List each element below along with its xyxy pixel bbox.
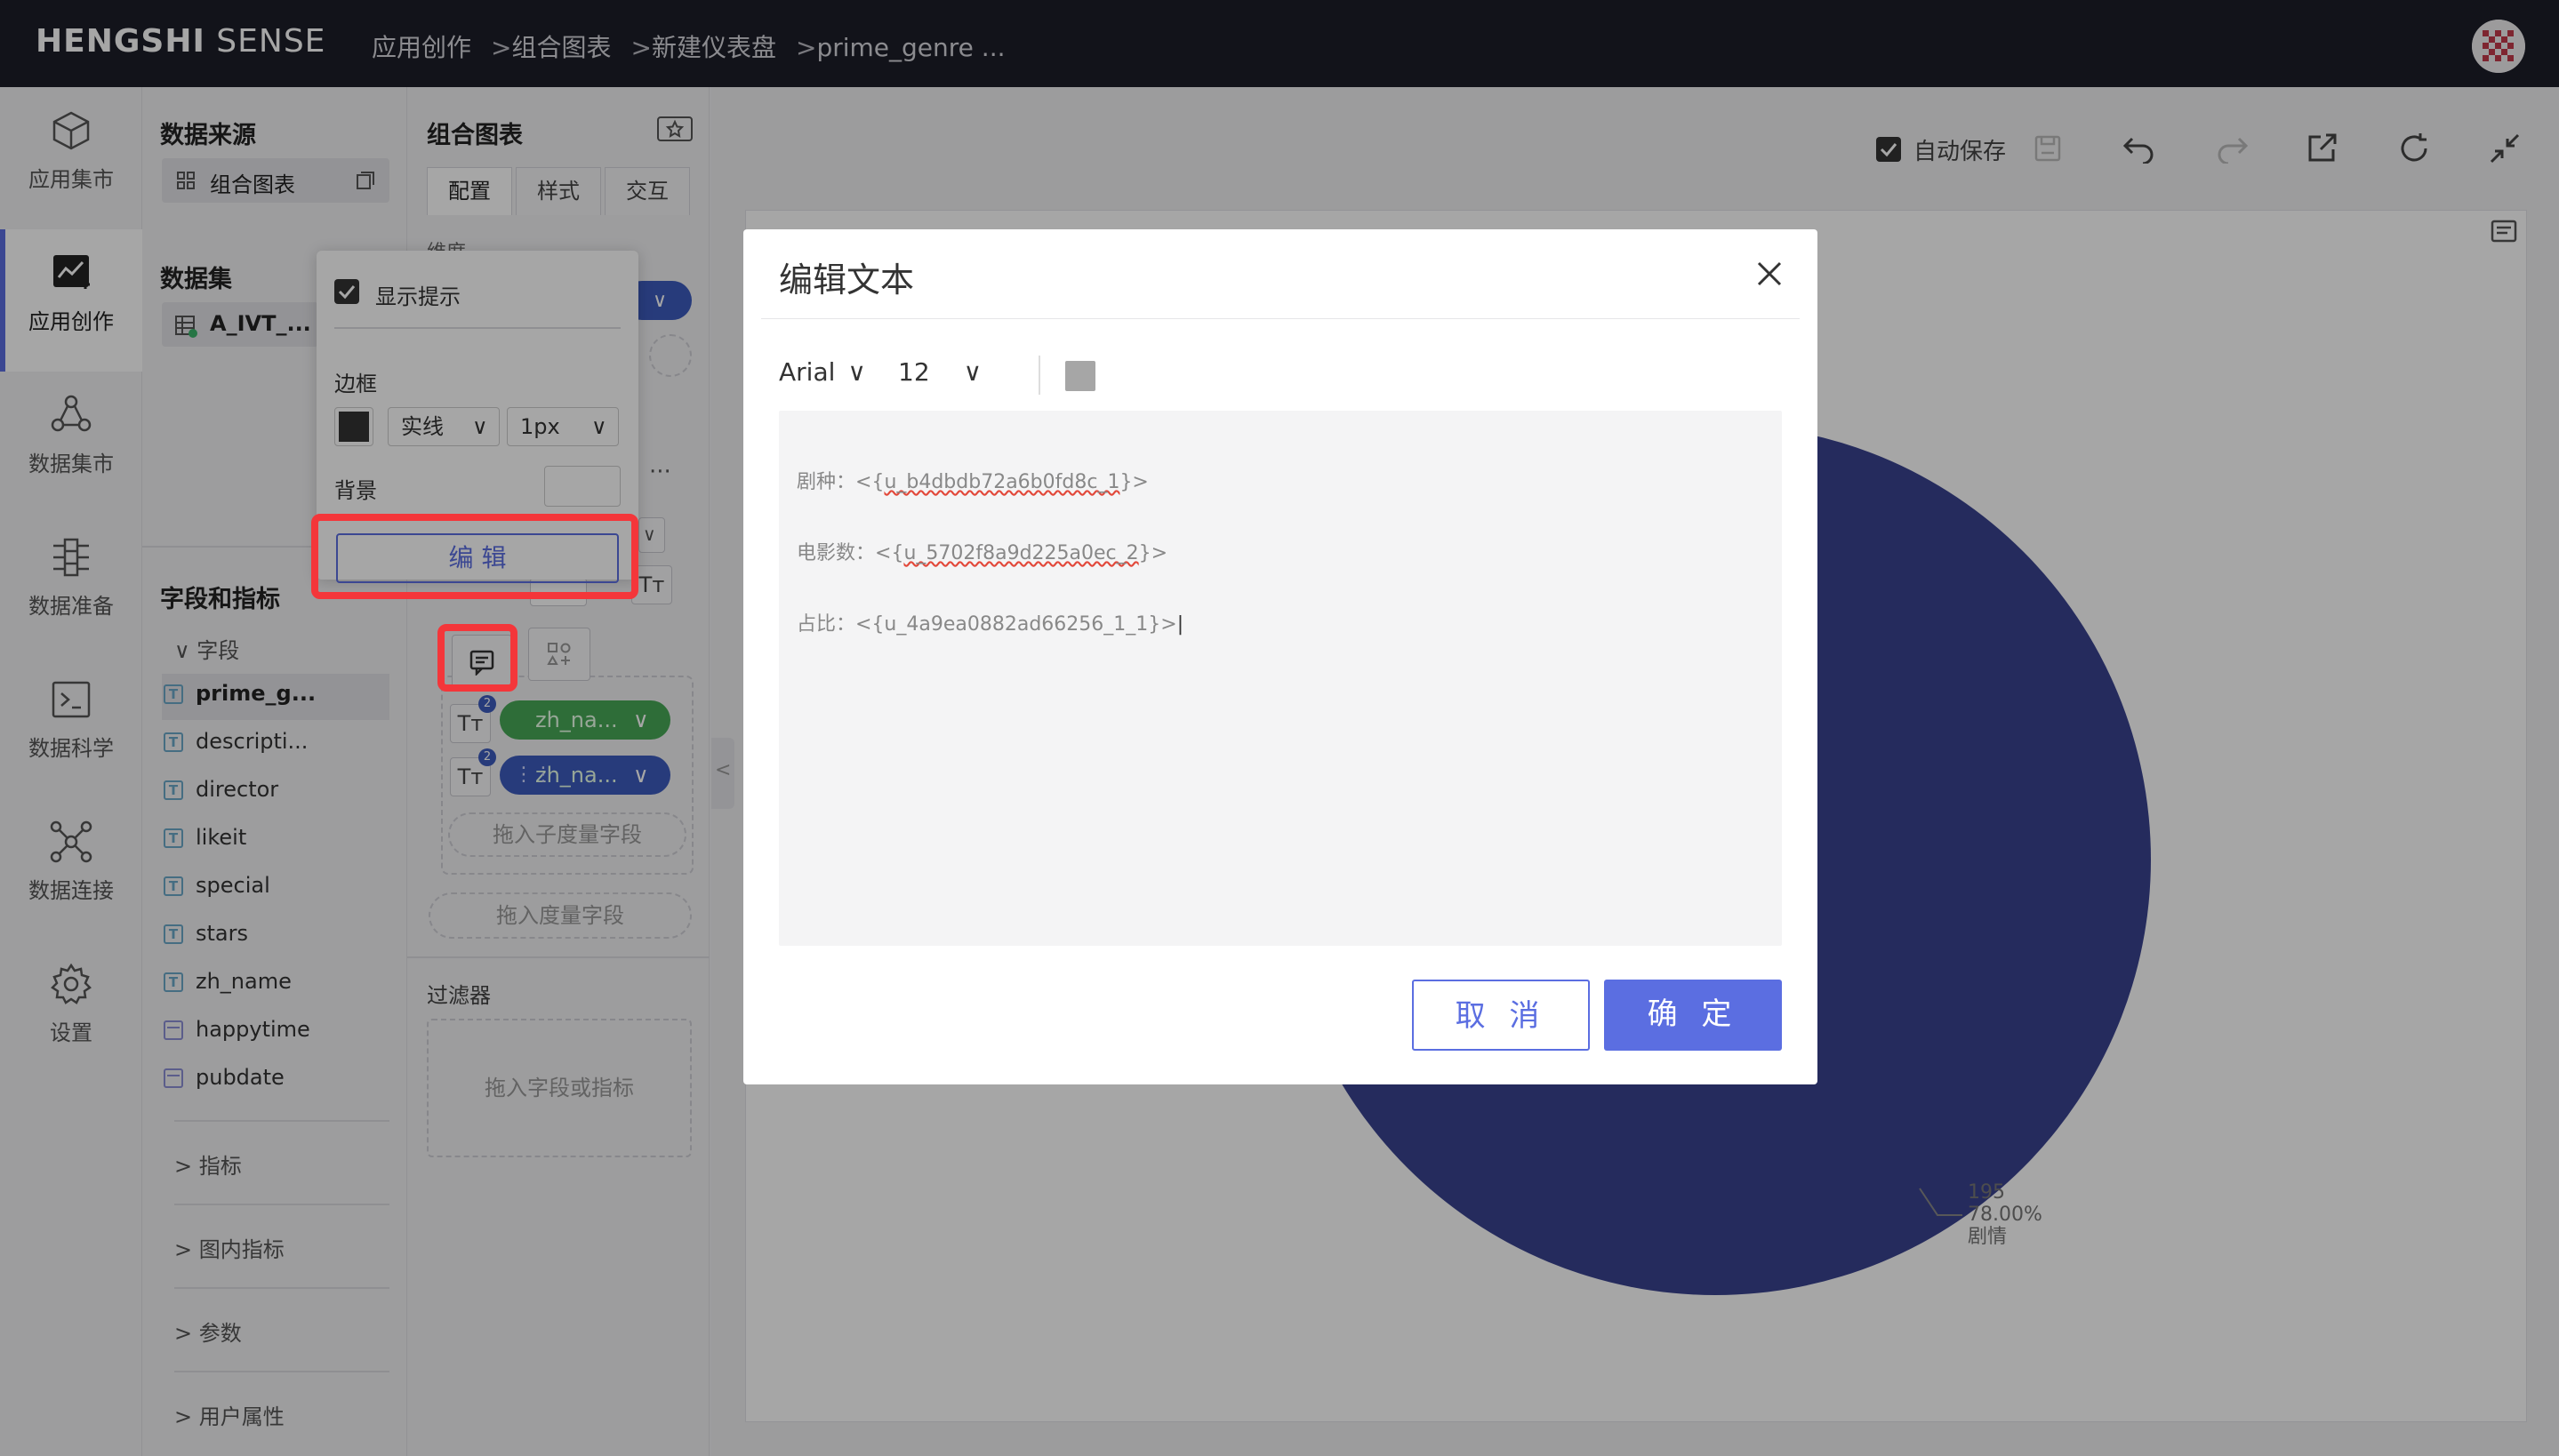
highlight-edit-button [311,514,638,599]
cancel-button[interactable]: 取 消 [1412,980,1590,1051]
chevron-down-icon: ∨ [963,357,983,387]
font-size-select[interactable]: 12 ∨ [898,357,982,387]
editor-line-ratio: 占比：<{u_4a9ea0882ad66256_1_1}>| [797,613,1184,636]
highlight-tooltip-icon [437,624,517,692]
editor-line-genre: 剧种：<{u_b4dbdb72a6b0fd8c_1}> [797,471,1149,493]
text-color-swatch[interactable] [1065,361,1095,391]
editor-line-count: 电影数：<{u_5702f8a9d225a0ec_2}> [797,542,1168,564]
font-family-select[interactable]: Arial ∨ [779,357,866,387]
close-icon[interactable] [1753,258,1785,290]
text-editor[interactable]: 剧种：<{u_b4dbdb72a6b0fd8c_1}> 电影数：<{u_5702… [779,411,1782,946]
confirm-button[interactable]: 确 定 [1604,980,1782,1051]
chevron-down-icon: ∨ [847,357,866,387]
edit-text-dialog: 编辑文本 Arial ∨ 12 ∨ 剧种：<{u_b4dbdb72a6b0fd8c_… [743,229,1817,1084]
dialog-title: 编辑文本 [779,260,915,300]
